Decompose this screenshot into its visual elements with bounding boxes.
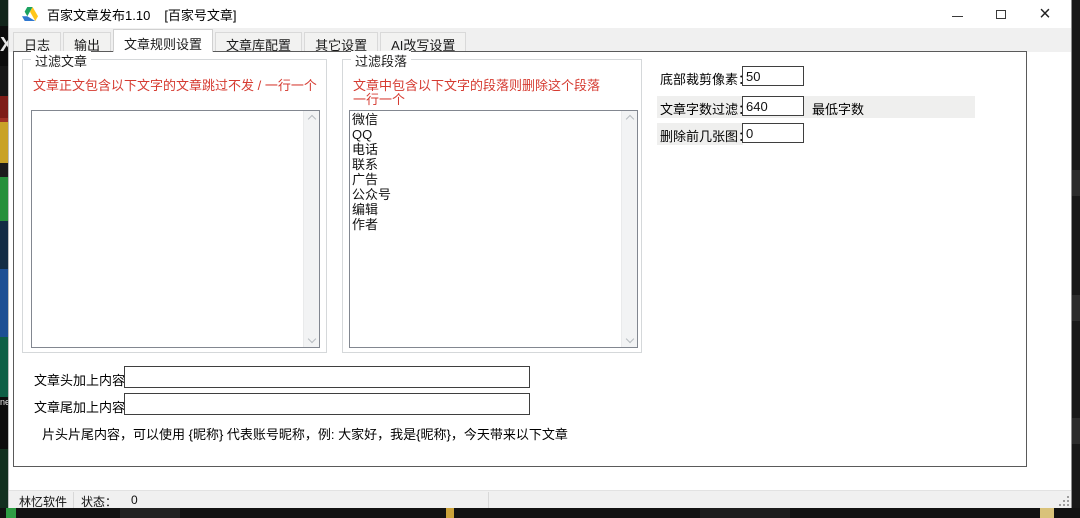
minimize-icon — [952, 16, 963, 17]
statusbar-divider — [73, 492, 74, 508]
minimize-button[interactable] — [935, 0, 979, 28]
desktop-fragment — [1072, 170, 1080, 196]
article-tail-label: 文章尾加上内容： — [34, 397, 138, 416]
window-title: 百家文章发布1.10 — [47, 5, 150, 24]
desktop-fragment — [0, 269, 8, 337]
desktop-fragment: X — [0, 26, 8, 66]
scroll-up-icon[interactable] — [625, 115, 633, 123]
word-filter-suffix: 最低字数 — [812, 99, 864, 118]
delete-images-input[interactable] — [742, 123, 804, 143]
desktop-fragment — [0, 163, 8, 177]
desktop-fragment — [1072, 418, 1080, 444]
desktop-fragment — [0, 96, 8, 118]
app-icon — [22, 7, 38, 21]
desktop-fragment — [1072, 295, 1080, 321]
desktop-fragment — [700, 508, 790, 518]
filter-article-legend: 过滤文章 — [31, 51, 91, 70]
scroll-down-icon[interactable] — [625, 335, 633, 343]
filter-paragraph-legend: 过滤段落 — [351, 51, 411, 70]
filter-article-textarea[interactable] — [32, 111, 303, 347]
maximize-button[interactable] — [979, 0, 1023, 28]
desktop-fragment — [120, 508, 180, 518]
statusbar-status-value: 0 — [131, 493, 138, 507]
filter-paragraph-scrollbar[interactable] — [621, 111, 637, 347]
tab-article-rules[interactable]: 文章规则设置 — [113, 29, 213, 52]
tab-other-settings[interactable]: 其它设置 — [304, 32, 378, 52]
window-subtitle: [百家号文章] — [164, 5, 236, 24]
bottom-crop-label: 底部裁剪像素： — [660, 69, 751, 88]
filter-article-textbox — [31, 110, 320, 348]
tab-article-library[interactable]: 文章库配置 — [215, 32, 302, 52]
desktop-strip-right — [1072, 0, 1080, 518]
scroll-down-icon[interactable] — [307, 335, 315, 343]
close-button[interactable]: × — [1023, 0, 1067, 28]
tab-bar: 日志 输出 文章规则设置 文章库配置 其它设置 AI改写设置 — [9, 28, 1071, 52]
desktop-icons-strip-left: X ne — [0, 0, 8, 518]
article-head-input[interactable] — [124, 366, 530, 388]
status-bar: 林忆软件 状态： 0 — [9, 490, 1071, 508]
desktop-fragment — [1040, 508, 1054, 518]
desktop-fragment — [0, 337, 8, 397]
word-filter-label: 文章字数过滤： — [660, 99, 751, 118]
filter-paragraph-textarea[interactable]: 微信 QQ 电话 联系 广告 公众号 编辑 作者 — [350, 111, 621, 347]
app-window: 百家文章发布1.10 [百家号文章] × 日志 输出 文章规则设置 文章库配置 … — [8, 0, 1072, 508]
tab-output[interactable]: 输出 — [63, 32, 111, 52]
delete-images-label: 删除前几张图： — [660, 126, 751, 145]
desktop-fragment — [0, 0, 8, 26]
filter-paragraph-groupbox: 过滤段落 文章中包含以下文字的段落则删除这个段落 一行一个 微信 QQ 电话 联… — [342, 59, 642, 353]
article-rules-panel: 过滤文章 文章正文包含以下文字的文章跳过不发 / 一行一个 过滤段落 文章中包含… — [13, 51, 1027, 467]
desktop-fragment — [0, 221, 8, 269]
nickname-usage-hint: 片头片尾内容，可以使用 {昵称} 代表账号昵称，例: 大家好，我是{昵称}，今天… — [42, 424, 568, 443]
desktop-fragment — [0, 66, 8, 96]
article-tail-input[interactable] — [124, 393, 530, 415]
bottom-crop-input[interactable] — [742, 66, 804, 86]
scroll-up-icon[interactable] — [307, 115, 315, 123]
tab-log[interactable]: 日志 — [13, 32, 61, 52]
filter-paragraph-hint-line2: 一行一个 — [353, 92, 405, 107]
word-filter-input[interactable] — [742, 96, 804, 116]
desktop-text-fragment: ne — [0, 397, 8, 407]
filter-article-groupbox: 过滤文章 文章正文包含以下文字的文章跳过不发 / 一行一个 — [22, 59, 327, 353]
tab-ai-rewrite[interactable]: AI改写设置 — [380, 32, 466, 52]
desktop-fragment — [446, 508, 454, 518]
maximize-icon — [996, 10, 1006, 19]
desktop-fragment — [0, 118, 8, 163]
filter-article-hint: 文章正文包含以下文字的文章跳过不发 / 一行一个 — [33, 78, 317, 93]
article-head-label: 文章头加上内容： — [34, 370, 138, 389]
window-controls: × — [935, 0, 1067, 28]
close-icon: × — [1039, 4, 1051, 24]
titlebar[interactable]: 百家文章发布1.10 [百家号文章] × — [9, 0, 1071, 28]
filter-paragraph-hint-line1: 文章中包含以下文字的段落则删除这个段落 — [353, 78, 600, 93]
filter-article-scrollbar[interactable] — [303, 111, 319, 347]
resize-grip[interactable] — [1059, 496, 1069, 506]
statusbar-divider — [488, 492, 489, 508]
desktop-fragment: ne — [0, 397, 8, 449]
desktop-strip-bottom — [0, 508, 1080, 518]
desktop-fragment — [6, 508, 16, 518]
desktop-fragment — [0, 177, 8, 221]
filter-paragraph-textbox: 微信 QQ 电话 联系 广告 公众号 编辑 作者 — [349, 110, 638, 348]
